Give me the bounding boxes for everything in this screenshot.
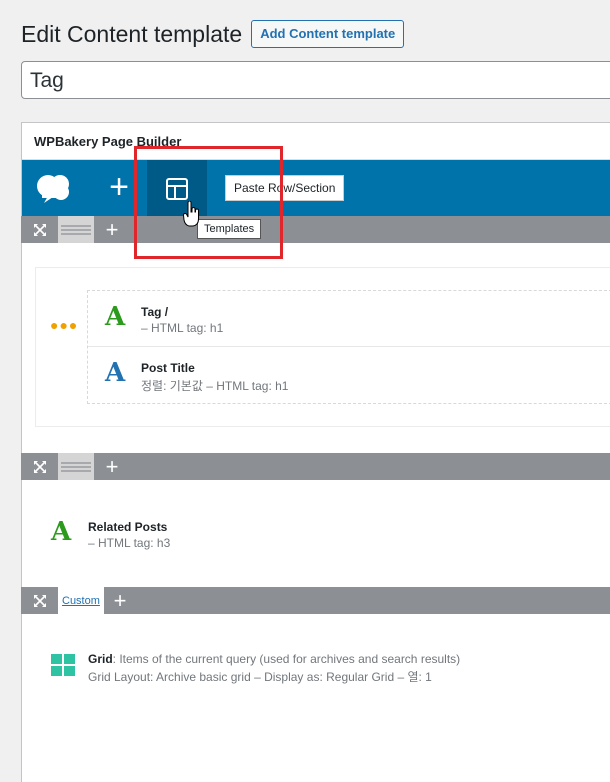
highlight-box [134, 146, 283, 259]
text-A-icon: A [105, 302, 126, 332]
add-column-plus-icon[interactable]: + [107, 587, 133, 614]
expand-icon[interactable] [29, 216, 51, 243]
element-name: Related Posts [88, 520, 168, 534]
element-title: Grid: Items of the current query (used f… [88, 652, 460, 666]
element-description: – HTML tag: h1 [141, 321, 224, 335]
add-column-plus-icon[interactable]: + [99, 216, 125, 243]
element-name-suffix: : Items of the current query (used for a… [112, 652, 461, 666]
element-name: Grid [88, 652, 113, 666]
column-options-dots-icon[interactable]: ●●● [50, 317, 78, 333]
page-title: Edit Content template [21, 20, 243, 47]
add-element-plus-icon[interactable]: + [102, 170, 136, 206]
builder-toolbar: + Paste Row/Section [22, 160, 610, 217]
add-column-plus-icon[interactable]: + [99, 453, 125, 480]
wpbakery-logo-icon[interactable] [34, 172, 74, 204]
text-A-icon: A [51, 517, 72, 547]
list-item[interactable]: A Tag / – HTML tag: h1 [88, 291, 610, 347]
text-A-icon: A [105, 358, 126, 388]
add-content-template-button[interactable]: Add Content template [251, 20, 405, 48]
element-description: Grid Layout: Archive basic grid – Displa… [88, 670, 432, 684]
grid-icon [51, 654, 75, 682]
row-3-column: Grid: Items of the current query (used f… [35, 638, 610, 692]
row-controls-1: + [21, 216, 610, 243]
list-item[interactable]: A Related Posts – HTML tag: h3 [35, 506, 610, 562]
row-controls-3: Custom + [21, 587, 610, 614]
panel-title: WPBakery Page Builder [22, 123, 610, 160]
element-name: Tag / [141, 305, 169, 319]
list-item[interactable]: Grid: Items of the current query (used f… [35, 638, 610, 694]
element-name: Post Title [141, 361, 195, 375]
columns-icon[interactable] [58, 216, 94, 243]
expand-icon[interactable] [29, 453, 51, 480]
columns-icon[interactable] [58, 453, 94, 480]
list-item[interactable]: A Post Title 정렬: 기본값 – HTML tag: h1 [88, 347, 610, 403]
title-input[interactable]: Tag [21, 61, 610, 99]
element-container: A Tag / – HTML tag: h1 A Post Title 정렬: … [87, 290, 610, 404]
row-controls-2: + [21, 453, 610, 480]
hand-cursor-icon [182, 200, 199, 232]
custom-layout-link[interactable]: Custom [58, 587, 104, 614]
row-2-column: A Related Posts – HTML tag: h3 [35, 506, 610, 562]
expand-icon[interactable] [29, 587, 51, 614]
element-description: – HTML tag: h3 [88, 536, 171, 550]
page-header: Edit Content template Add Content templa… [21, 20, 405, 48]
element-description: 정렬: 기본값 – HTML tag: h1 [141, 379, 289, 393]
